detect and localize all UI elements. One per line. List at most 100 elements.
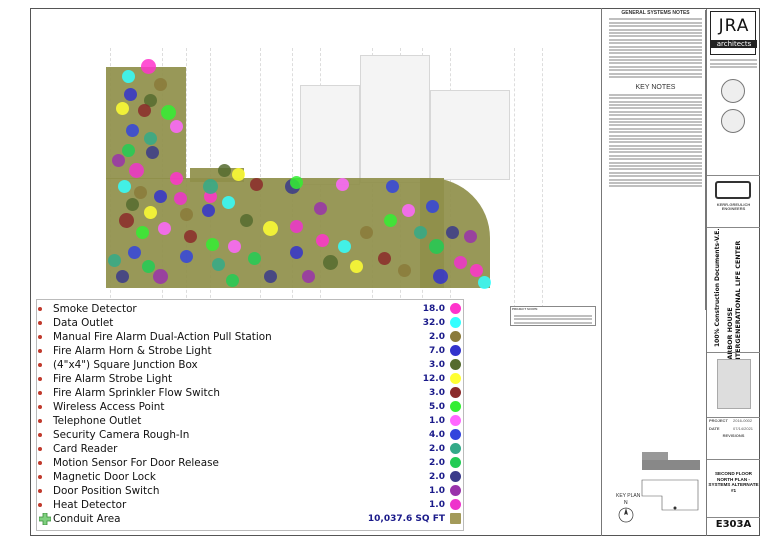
engineer-seal-icon <box>721 109 745 133</box>
legend-row: Wireless Access Point 5.0 <box>37 400 465 414</box>
device-marker <box>289 175 303 189</box>
device-marker <box>125 197 139 211</box>
device-marker <box>262 220 278 236</box>
device-marker <box>211 257 225 271</box>
legend-label: Card Reader <box>53 443 118 455</box>
device-marker <box>157 221 171 235</box>
legend-label: Wireless Access Point <box>53 401 165 413</box>
legend-swatch-icon <box>450 443 461 454</box>
sheet-number: E303A <box>715 519 752 530</box>
legend-row: Fire Alarm Sprinkler Flow Switch 3.0 <box>37 386 465 400</box>
device-marker <box>169 119 183 133</box>
legend-row: Manual Fire Alarm Dual-Action Pull Stati… <box>37 330 465 344</box>
legend-label: Heat Detector <box>53 499 127 511</box>
project-no-value: 2016-0002 <box>733 418 753 423</box>
key-plan-label: KEY PLAN <box>616 493 641 499</box>
legend-swatch-icon <box>450 359 461 370</box>
device-marker <box>227 239 241 253</box>
device-marker <box>401 203 415 217</box>
revisions-label: REVISIONS <box>722 433 745 438</box>
device-marker <box>315 233 329 247</box>
device-marker <box>179 207 193 221</box>
legend-label: Security Camera Rough-In <box>53 429 190 441</box>
legend-swatch-icon <box>450 429 461 440</box>
device-marker <box>143 205 157 219</box>
legend-swatch-icon <box>450 331 461 342</box>
adjacent-building-outline <box>360 55 430 183</box>
legend-count: 32.0 <box>422 318 445 328</box>
device-marker <box>477 275 491 289</box>
legend-bullet-icon <box>38 433 42 437</box>
legend-swatch-icon <box>450 345 461 356</box>
device-marker <box>133 185 147 199</box>
legend-swatch-icon <box>450 303 461 314</box>
adjacent-building-outline <box>300 85 360 185</box>
device-marker <box>453 255 467 269</box>
legend-row: Fire Alarm Strobe Light 12.0 <box>37 372 465 386</box>
firm-name: architects <box>711 40 757 48</box>
legend-swatch-icon <box>450 485 461 496</box>
consultant-name: KERR-GREULICH ENGINEERS <box>716 202 751 211</box>
device-marker <box>169 171 183 185</box>
legend-count: 3.0 <box>429 360 445 370</box>
adjacent-building-outline <box>430 90 510 180</box>
device-marker <box>247 251 261 265</box>
legend-count: 12.0 <box>422 374 445 384</box>
device-marker <box>125 123 139 137</box>
device-marker <box>221 195 235 209</box>
device-legend: Smoke Detector 18.0 Data Outlet 32.0 Manual … <box>36 299 464 531</box>
firm-mark: JRA <box>718 16 750 36</box>
device-marker <box>432 268 448 284</box>
legend-bullet-icon <box>38 447 42 451</box>
device-marker <box>140 58 156 74</box>
title-block: JRA architects KERR-GREULICH ENGINEERS 1… <box>706 9 760 536</box>
consultant-logo <box>715 181 751 199</box>
device-marker <box>173 191 187 205</box>
legend-row: Data Outlet 32.0 <box>37 316 465 330</box>
device-marker <box>289 245 303 259</box>
device-marker <box>335 177 349 191</box>
legend-count: 4.0 <box>429 430 445 440</box>
legend-row: Magnetic Door Lock 2.0 <box>37 470 465 484</box>
project-phase-label: 100% Construction Documents-V.E. <box>714 228 721 347</box>
device-marker <box>301 269 315 283</box>
legend-label: (4"x4") Square Junction Box <box>53 359 198 371</box>
device-marker <box>428 238 444 254</box>
project-no-label: PROJECT <box>709 418 728 423</box>
device-marker <box>145 145 159 159</box>
legend-swatch-icon <box>450 457 461 468</box>
legend-swatch-icon <box>450 401 461 412</box>
legend-bullet-icon <box>38 503 42 507</box>
legend-label: Telephone Outlet <box>53 415 142 427</box>
device-marker <box>201 203 215 217</box>
architect-seal-icon <box>721 79 745 103</box>
legend-bullet-icon <box>38 363 42 367</box>
project-name: HARBOR HOUSE INTERGENERATIONAL LIFE CENT… <box>726 240 742 365</box>
legend-count: 2.0 <box>429 332 445 342</box>
device-marker <box>143 131 157 145</box>
device-marker <box>359 225 373 239</box>
device-marker <box>153 77 167 91</box>
legend-swatch-icon <box>450 387 461 398</box>
legend-bullet-icon <box>38 391 42 395</box>
device-marker <box>121 143 135 157</box>
legend-swatch-icon <box>450 499 461 510</box>
firm-address <box>707 57 760 71</box>
device-marker <box>202 178 218 194</box>
device-marker <box>377 251 391 265</box>
device-marker <box>425 199 439 213</box>
legend-count: 1.0 <box>429 500 445 510</box>
device-marker <box>463 229 477 243</box>
legend-swatch-icon <box>450 471 461 482</box>
legend-label: Fire Alarm Sprinkler Flow Switch <box>53 387 220 399</box>
legend-swatch-icon <box>450 513 461 524</box>
legend-count: 18.0 <box>422 304 445 314</box>
device-marker <box>385 179 399 193</box>
device-marker <box>160 104 176 120</box>
device-marker <box>117 179 131 193</box>
device-marker <box>115 101 129 115</box>
legend-bullet-icon <box>38 489 42 493</box>
legend-row: Security Camera Rough-In 4.0 <box>37 428 465 442</box>
device-marker <box>137 103 151 117</box>
legend-row: Smoke Detector 18.0 <box>37 302 465 316</box>
